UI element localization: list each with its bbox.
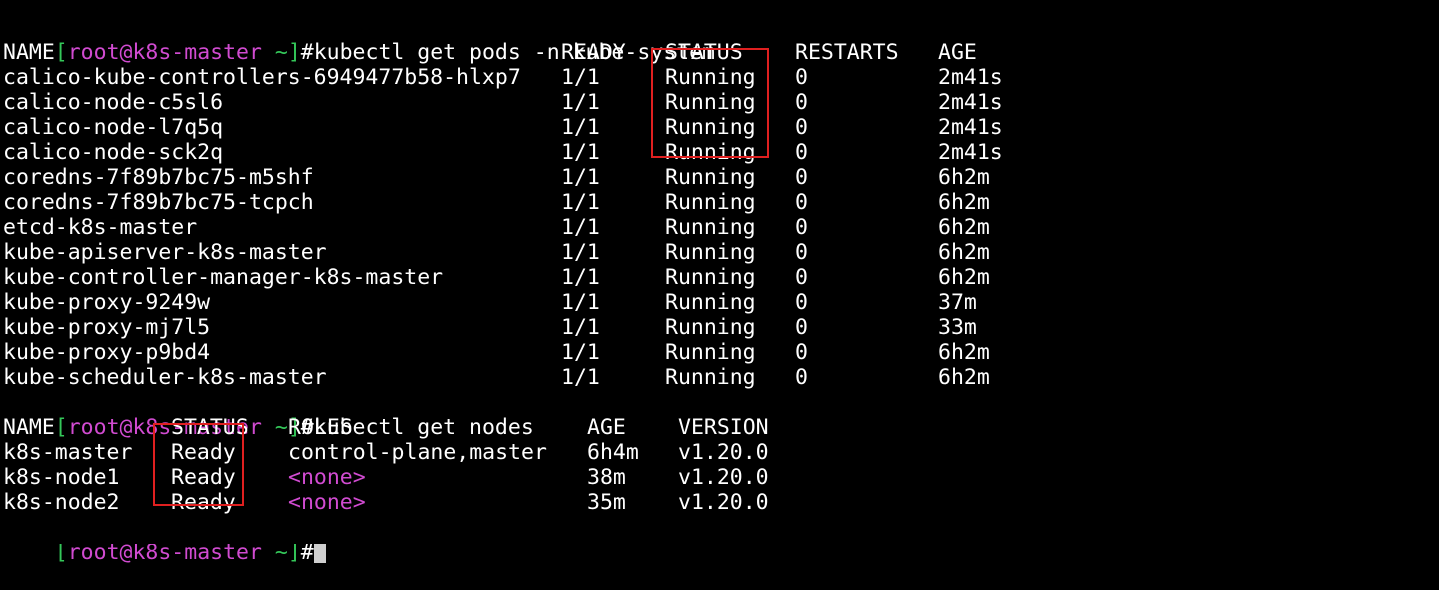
pod-ready: 1/1 [561, 365, 600, 390]
pod-ready: 1/1 [561, 65, 600, 90]
nodes-header-version: VERSION [678, 415, 769, 440]
pod-age: 6h2m [938, 190, 990, 215]
pod-name: kube-scheduler-k8s-master [3, 365, 327, 390]
pod-name: kube-controller-manager-k8s-master [3, 265, 444, 290]
pod-age: 2m41s [938, 65, 1003, 90]
scrolled-off-line [3, 0, 1439, 15]
pod-row: coredns-7f89b7bc75-m5shf 1/1 Running 0 6h2m [3, 165, 1439, 190]
pod-ready: 1/1 [561, 190, 600, 215]
pods-header-ready: READY [561, 40, 626, 65]
pod-row: kube-controller-manager-k8s-master 1/1 Run… [3, 265, 1439, 290]
pod-name: calico-kube-controllers-6949477b58-hlxp7 [3, 65, 521, 90]
pod-ready: 1/1 [561, 115, 600, 140]
node-name: k8s-node1 [3, 465, 120, 490]
pod-row: kube-proxy-p9bd4 1/1 Running 0 6h2m [3, 340, 1439, 365]
pod-restarts: 0 [795, 215, 808, 240]
pod-ready: 1/1 [561, 290, 600, 315]
node-roles: <none> [288, 490, 366, 515]
pod-restarts: 0 [795, 165, 808, 190]
pod-restarts: 0 [795, 90, 808, 115]
pod-restarts: 0 [795, 115, 808, 140]
pod-age: 2m41s [938, 140, 1003, 165]
pods-header-name: NAME [3, 40, 55, 65]
pod-status: Running [665, 165, 756, 190]
pod-name: kube-apiserver-k8s-master [3, 240, 327, 265]
pod-ready: 1/1 [561, 240, 600, 265]
pod-ready: 1/1 [561, 140, 600, 165]
pod-status: Running [665, 215, 756, 240]
pod-row: etcd-k8s-master 1/1 Running 0 6h2m [3, 215, 1439, 240]
pod-age: 2m41s [938, 90, 1003, 115]
node-version: v1.20.0 [678, 465, 769, 490]
nodes-header-roles: ROLES [288, 415, 353, 440]
pods-status-highlight-box [651, 48, 769, 158]
pod-age: 6h2m [938, 165, 990, 190]
pod-age: 6h2m [938, 340, 990, 365]
pod-name: calico-node-c5sl6 [3, 90, 224, 115]
node-age: 35m [587, 490, 626, 515]
node-name: k8s-master [3, 440, 133, 465]
pod-restarts: 0 [795, 65, 808, 90]
pod-restarts: 0 [795, 140, 808, 165]
pod-restarts: 0 [795, 315, 808, 340]
pod-ready: 1/1 [561, 265, 600, 290]
node-age: 38m [587, 465, 626, 490]
node-version: v1.20.0 [678, 490, 769, 515]
pod-restarts: 0 [795, 365, 808, 390]
pod-row: kube-apiserver-k8s-master 1/1 Running 0 6h2m [3, 240, 1439, 265]
nodes-header-age: AGE [587, 415, 626, 440]
pods-header-restarts: RESTARTS [795, 40, 899, 65]
nodes-header-name: NAME [3, 415, 55, 440]
nodes-status-highlight-box [153, 423, 244, 506]
pod-name: kube-proxy-p9bd4 [3, 340, 211, 365]
node-name: k8s-node2 [3, 490, 120, 515]
pod-restarts: 0 [795, 290, 808, 315]
pods-header-age: AGE [938, 40, 977, 65]
pod-name: coredns-7f89b7bc75-m5shf [3, 165, 314, 190]
pod-age: 33m [938, 315, 977, 340]
pod-status: Running [665, 340, 756, 365]
pod-status: Running [665, 240, 756, 265]
command-line-pods: [root@k8s-master ~]#kubectl get pods -n … [3, 15, 1439, 65]
pod-ready: 1/1 [561, 315, 600, 340]
pod-restarts: 0 [795, 190, 808, 215]
pod-name: kube-proxy-mj7l5 [3, 315, 211, 340]
pod-name: calico-node-sck2q [3, 140, 224, 165]
terminal-window[interactable]: [root@k8s-master ~]#kubectl get pods -n … [3, 0, 1439, 565]
node-roles: control-plane,master [288, 440, 547, 465]
pod-row: kube-scheduler-k8s-master 1/1 Running 0 6h2m [3, 365, 1439, 390]
command-line-nodes: [root@k8s-master ~]#kubectl get nodes [3, 390, 1439, 440]
pod-row: kube-proxy-mj7l5 1/1 Running 0 33m [3, 315, 1439, 340]
pod-age: 6h2m [938, 265, 990, 290]
pod-ready: 1/1 [561, 165, 600, 190]
node-age: 6h4m [587, 440, 639, 465]
pod-age: 6h2m [938, 365, 990, 390]
pod-restarts: 0 [795, 340, 808, 365]
pod-status: Running [665, 265, 756, 290]
pod-age: 37m [938, 290, 977, 315]
pod-status: Running [665, 315, 756, 340]
pod-restarts: 0 [795, 265, 808, 290]
pod-status: Running [665, 365, 756, 390]
node-roles: <none> [288, 465, 366, 490]
pod-status: Running [665, 290, 756, 315]
pod-row: coredns-7f89b7bc75-tcpch 1/1 Running 0 6h2m [3, 190, 1439, 215]
pod-age: 2m41s [938, 115, 1003, 140]
next-screen-strip [0, 538, 1439, 544]
pod-name: calico-node-l7q5q [3, 115, 224, 140]
pod-restarts: 0 [795, 240, 808, 265]
pod-ready: 1/1 [561, 340, 600, 365]
current-prompt-line[interactable]: [root@k8s-master ~]# [3, 515, 1439, 565]
pod-ready: 1/1 [561, 90, 600, 115]
pod-name: etcd-k8s-master [3, 215, 198, 240]
pod-status: Running [665, 190, 756, 215]
pod-age: 6h2m [938, 240, 990, 265]
text-cursor [313, 541, 326, 563]
pod-name: coredns-7f89b7bc75-tcpch [3, 190, 314, 215]
pod-age: 6h2m [938, 215, 990, 240]
pod-row: kube-proxy-9249w 1/1 Running 0 37m [3, 290, 1439, 315]
node-version: v1.20.0 [678, 440, 769, 465]
pod-name: kube-proxy-9249w [3, 290, 211, 315]
pod-ready: 1/1 [561, 215, 600, 240]
